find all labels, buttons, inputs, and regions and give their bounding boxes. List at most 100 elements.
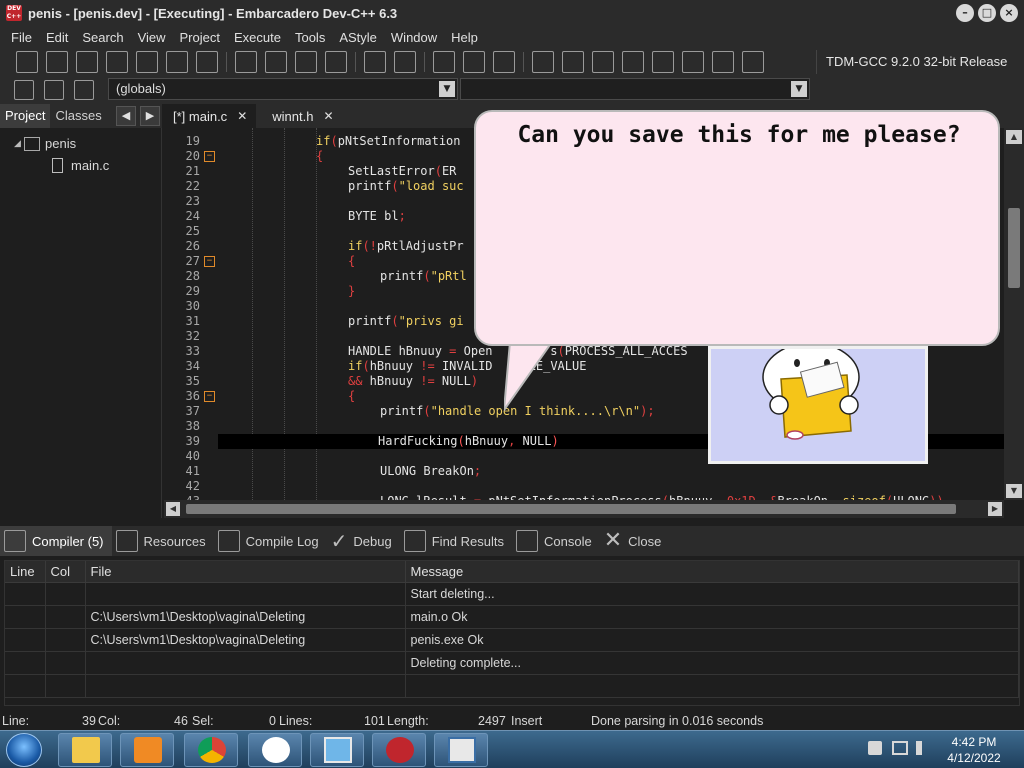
open-folder-icon[interactable] (46, 51, 68, 73)
check-syntax-icon[interactable] (652, 51, 674, 73)
rebuild-icon[interactable] (622, 51, 644, 73)
menu-tools[interactable]: Tools (288, 30, 332, 45)
table-row[interactable]: C:\Users\vm1\Desktop\vagina\Deleting mai… (5, 605, 1019, 629)
table-row[interactable]: C:\Users\vm1\Desktop\vagina\Deleting pen… (5, 628, 1019, 652)
menu-edit[interactable]: Edit (39, 30, 75, 45)
scroll-up-icon[interactable]: ▲ (1006, 130, 1022, 144)
bookmark-list-icon[interactable] (74, 80, 94, 100)
menu-file[interactable]: File (4, 30, 39, 45)
print-icon[interactable] (196, 51, 218, 73)
undo-icon[interactable] (364, 51, 386, 73)
taskbar-bunny-app[interactable] (248, 733, 302, 767)
delete-profile-icon[interactable] (742, 51, 764, 73)
start-button[interactable] (6, 733, 42, 767)
tab-console[interactable]: Console (512, 526, 600, 556)
save-icon[interactable] (76, 51, 98, 73)
fold-toggle-icon[interactable]: − (204, 151, 215, 162)
fold-toggle-icon[interactable]: − (204, 256, 215, 267)
column-header-line[interactable]: Line (5, 561, 46, 583)
editor-horizontal-scrollbar[interactable]: ◀ ▶ (164, 500, 1004, 518)
scroll-thumb[interactable] (1008, 208, 1020, 288)
replace-icon[interactable] (265, 51, 287, 73)
taskbar-devcpp[interactable] (372, 733, 426, 767)
tree-project-node[interactable]: ◢ penis (14, 136, 76, 151)
compile-icon[interactable] (532, 51, 554, 73)
tab-find-results[interactable]: Find Results (400, 526, 512, 556)
goto-icon[interactable] (295, 51, 317, 73)
globals-combo[interactable]: (globals) ▼ (108, 78, 458, 100)
tab-resources[interactable]: Resources (112, 526, 214, 556)
column-header-col[interactable]: Col (45, 561, 86, 583)
close-all-icon[interactable] (166, 51, 188, 73)
close-button[interactable]: × (1000, 4, 1018, 22)
close-icon[interactable]: ✕ (237, 109, 247, 123)
new-project-icon[interactable] (433, 51, 455, 73)
taskbar-explorer[interactable] (58, 733, 112, 767)
bookmark-icon[interactable] (44, 80, 64, 100)
maximize-button[interactable]: □ (978, 4, 996, 22)
column-header-file[interactable]: File (85, 561, 406, 583)
mascot-holding-folder-icon (762, 342, 860, 440)
table-row[interactable] (5, 674, 1019, 698)
volume-icon[interactable] (916, 741, 930, 755)
close-icon[interactable]: ✕ (323, 109, 333, 123)
action-center-flag-icon[interactable] (868, 741, 882, 755)
save-all-icon[interactable] (106, 51, 128, 73)
table-row[interactable]: Start deleting... (5, 582, 1019, 606)
find-icon[interactable] (235, 51, 257, 73)
add-to-project-icon[interactable] (463, 51, 485, 73)
column-header-message[interactable]: Message (405, 561, 1019, 583)
expand-icon[interactable]: ◢ (14, 139, 24, 149)
fold-toggle-icon[interactable]: − (204, 391, 215, 402)
chevron-left-icon[interactable]: ◀ (116, 106, 136, 126)
stop-icon[interactable] (682, 51, 704, 73)
chevron-down-icon[interactable]: ▼ (439, 81, 455, 97)
clock-time[interactable]: 4:42 PM (948, 735, 1000, 749)
menu-astyle[interactable]: AStyle (332, 30, 384, 45)
project-options-icon[interactable] (493, 51, 515, 73)
close-file-icon[interactable] (136, 51, 158, 73)
redo-icon[interactable] (394, 51, 416, 73)
toggle-bookmark-icon[interactable] (325, 51, 347, 73)
tab-compile-log[interactable]: Compile Log (214, 526, 327, 556)
profile-icon[interactable] (712, 51, 734, 73)
menu-execute[interactable]: Execute (227, 30, 288, 45)
tab-classes[interactable]: Classes (50, 104, 106, 128)
class-browser-icon[interactable] (14, 80, 34, 100)
table-row[interactable]: Deleting complete... (5, 651, 1019, 675)
tab-main-c[interactable]: [*] main.c ✕ (164, 104, 257, 128)
minimize-button[interactable]: – (956, 4, 974, 22)
menu-window[interactable]: Window (384, 30, 444, 45)
taskbar-picture-app[interactable] (310, 733, 364, 767)
tab-debug[interactable]: ✓ Debug (327, 526, 400, 556)
tab-close[interactable]: ✕ Close (600, 526, 670, 556)
scroll-right-icon[interactable]: ▶ (988, 502, 1002, 516)
window-app-icon (448, 737, 476, 763)
taskbar-media-player[interactable] (120, 733, 174, 767)
chevron-down-icon[interactable]: ▼ (791, 81, 807, 97)
run-icon[interactable] (562, 51, 584, 73)
chevron-right-icon[interactable]: ▶ (140, 106, 160, 126)
tree-file-node[interactable]: main.c (52, 158, 109, 173)
scroll-left-icon[interactable]: ◀ (166, 502, 180, 516)
members-combo[interactable]: ▼ (460, 78, 810, 100)
menu-project[interactable]: Project (173, 30, 227, 45)
tab-project[interactable]: Project (0, 104, 51, 128)
tab-compiler[interactable]: Compiler (5) (0, 526, 112, 556)
menu-help[interactable]: Help (444, 30, 485, 45)
mascot-sticker-image (708, 342, 928, 464)
new-file-icon[interactable] (16, 51, 38, 73)
menu-view[interactable]: View (131, 30, 173, 45)
network-icon[interactable] (892, 741, 908, 755)
scroll-down-icon[interactable]: ▼ (1006, 484, 1022, 498)
taskbar-chrome[interactable] (184, 733, 238, 767)
compile-run-icon[interactable] (592, 51, 614, 73)
taskbar-window-app[interactable] (434, 733, 488, 767)
compiler-select[interactable]: TDM-GCC 9.2.0 32-bit Release (816, 50, 1022, 74)
tab-winnt-h[interactable]: winnt.h ✕ (256, 104, 342, 128)
clock-date[interactable]: 4/12/2022 (944, 751, 1004, 765)
scroll-thumb[interactable] (186, 504, 956, 514)
menu-search[interactable]: Search (75, 30, 130, 45)
editor-vertical-scrollbar[interactable]: ▲ ▼ (1004, 128, 1024, 500)
globals-value: (globals) (116, 81, 166, 96)
